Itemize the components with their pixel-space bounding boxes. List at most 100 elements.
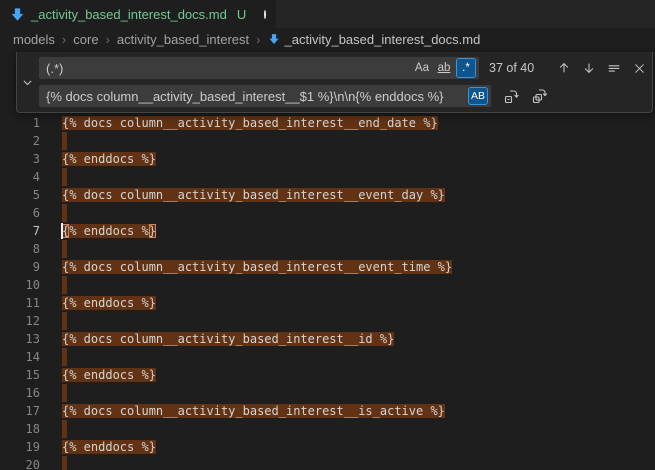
tab-bar: _activity_based_interest_docs.md U: [0, 0, 655, 28]
find-match-highlight-empty: [62, 456, 67, 470]
editor-line[interactable]: 4: [0, 168, 655, 186]
editor-line[interactable]: 2: [0, 132, 655, 150]
markdown-file-icon: [268, 33, 280, 45]
editor-line[interactable]: 3 {% enddocs %}: [0, 150, 655, 168]
breadcrumb-item-core[interactable]: core: [73, 32, 98, 47]
line-number: 20: [0, 456, 40, 470]
breadcrumb: models › core › activity_based_interest …: [0, 28, 655, 50]
editor-line[interactable]: 13 {% docs column__activity_based_intere…: [0, 330, 655, 348]
line-content: {% enddocs %}: [62, 150, 156, 168]
replace-all-icon: [532, 88, 548, 104]
match-case-button[interactable]: Aa: [412, 58, 432, 78]
breadcrumb-file-label: _activity_based_interest_docs.md: [285, 32, 481, 47]
line-content: {% docs column__activity_based_interest_…: [62, 258, 452, 276]
line-content: [62, 132, 67, 150]
editor-line[interactable]: 14: [0, 348, 655, 366]
replace-button[interactable]: [501, 85, 523, 107]
editor-line[interactable]: 10: [0, 276, 655, 294]
find-in-selection-button[interactable]: [603, 57, 625, 79]
markdown-file-icon: [10, 7, 25, 22]
line-content: {% enddocs %}: [62, 294, 156, 312]
editor-line[interactable]: 7 {% enddocs %}: [0, 222, 655, 240]
next-match-button[interactable]: [578, 57, 600, 79]
editor-line[interactable]: 5 {% docs column__activity_based_interes…: [0, 186, 655, 204]
modified-indicator-dot[interactable]: [264, 10, 266, 19]
editor-line[interactable]: 20: [0, 456, 655, 470]
line-number: 10: [0, 276, 40, 294]
editor-line[interactable]: 17 {% docs column__activity_based_intere…: [0, 402, 655, 420]
bracket-match-open: {: [62, 224, 69, 238]
editor-line[interactable]: 19 {% enddocs %}: [0, 438, 655, 456]
match-count: 37 of 40: [489, 61, 534, 75]
editor-line[interactable]: 1 {% docs column__activity_based_interes…: [0, 114, 655, 132]
find-match-highlight-empty: [62, 312, 67, 330]
line-number: 12: [0, 312, 40, 330]
line-content: {% docs column__activity_based_interest_…: [62, 402, 445, 420]
line-number: 11: [0, 294, 40, 312]
find-match-highlight: {% enddocs %}: [62, 224, 156, 238]
breadcrumb-item-file[interactable]: _activity_based_interest_docs.md: [268, 32, 481, 47]
line-number: 7: [0, 222, 40, 240]
replace-all-button[interactable]: [529, 85, 551, 107]
breadcrumb-item-activity-based-interest[interactable]: activity_based_interest: [117, 32, 249, 47]
editor-line[interactable]: 15 {% enddocs %}: [0, 366, 655, 384]
previous-match-button[interactable]: [553, 57, 575, 79]
find-input-value: (.*): [46, 61, 410, 76]
toggle-replace-button[interactable]: [17, 52, 37, 112]
close-find-widget-button[interactable]: [628, 57, 650, 79]
line-number: 14: [0, 348, 40, 366]
editor-line[interactable]: 9 {% docs column__activity_based_interes…: [0, 258, 655, 276]
find-match-highlight: {% docs column__activity_based_interest_…: [62, 332, 394, 346]
arrow-down-icon: [582, 61, 596, 75]
find-match-highlight-empty: [62, 204, 67, 222]
editor-line[interactable]: 8: [0, 240, 655, 258]
line-content: {% docs column__activity_based_interest_…: [62, 114, 438, 132]
replace-input[interactable]: {% docs column__activity_based_interest_…: [39, 85, 491, 107]
line-content: {% enddocs %}: [62, 438, 156, 456]
line-number: 9: [0, 258, 40, 276]
line-content: {% enddocs %}: [62, 366, 156, 384]
find-match-highlight: {% enddocs %}: [62, 152, 156, 166]
find-match-highlight-empty: [62, 132, 67, 150]
find-match-highlight-empty: [62, 348, 67, 366]
preserve-case-button[interactable]: AB: [468, 87, 488, 105]
line-content: [62, 420, 67, 438]
find-match-highlight-empty: [62, 384, 67, 402]
find-match-highlight: {% docs column__activity_based_interest_…: [62, 260, 452, 274]
line-content: [62, 240, 67, 258]
line-content: {% docs column__activity_based_interest_…: [62, 330, 394, 348]
line-content: {% enddocs %}: [62, 222, 156, 240]
find-widget: (.*) Aa ab .* 37 of 40: [16, 52, 653, 113]
tab-title: _activity_based_interest_docs.md: [31, 7, 227, 22]
text-cursor: [61, 223, 63, 239]
line-number: 2: [0, 132, 40, 150]
line-content: [62, 168, 67, 186]
bracket-match-close: }: [149, 224, 156, 238]
find-input[interactable]: (.*) Aa ab .*: [39, 57, 479, 79]
editor-line[interactable]: 12: [0, 312, 655, 330]
breadcrumb-item-models[interactable]: models: [13, 32, 55, 47]
replace-icon: [504, 88, 520, 104]
breadcrumb-separator: ›: [62, 32, 66, 47]
editor-line[interactable]: 6: [0, 204, 655, 222]
editor-line[interactable]: 11 {% enddocs %}: [0, 294, 655, 312]
line-number: 1: [0, 114, 40, 132]
find-match-highlight: {% docs column__activity_based_interest_…: [62, 188, 445, 202]
find-match-highlight: {% enddocs %}: [62, 368, 156, 382]
line-content: [62, 204, 67, 222]
find-match-highlight-empty: [62, 276, 67, 294]
line-number: 4: [0, 168, 40, 186]
arrow-up-icon: [557, 61, 571, 75]
editor[interactable]: 1 {% docs column__activity_based_interes…: [0, 50, 655, 470]
regex-button[interactable]: .*: [456, 58, 476, 78]
whole-word-button[interactable]: ab: [434, 58, 454, 78]
line-number: 16: [0, 384, 40, 402]
editor-line[interactable]: 18: [0, 420, 655, 438]
chevron-down-icon: [21, 76, 34, 89]
tab-active[interactable]: _activity_based_interest_docs.md U: [0, 0, 277, 28]
line-content: {% docs column__activity_based_interest_…: [62, 186, 445, 204]
find-in-selection-icon: [607, 61, 621, 75]
breadcrumb-separator: ›: [256, 32, 260, 47]
editor-line[interactable]: 16: [0, 384, 655, 402]
line-number: 19: [0, 438, 40, 456]
